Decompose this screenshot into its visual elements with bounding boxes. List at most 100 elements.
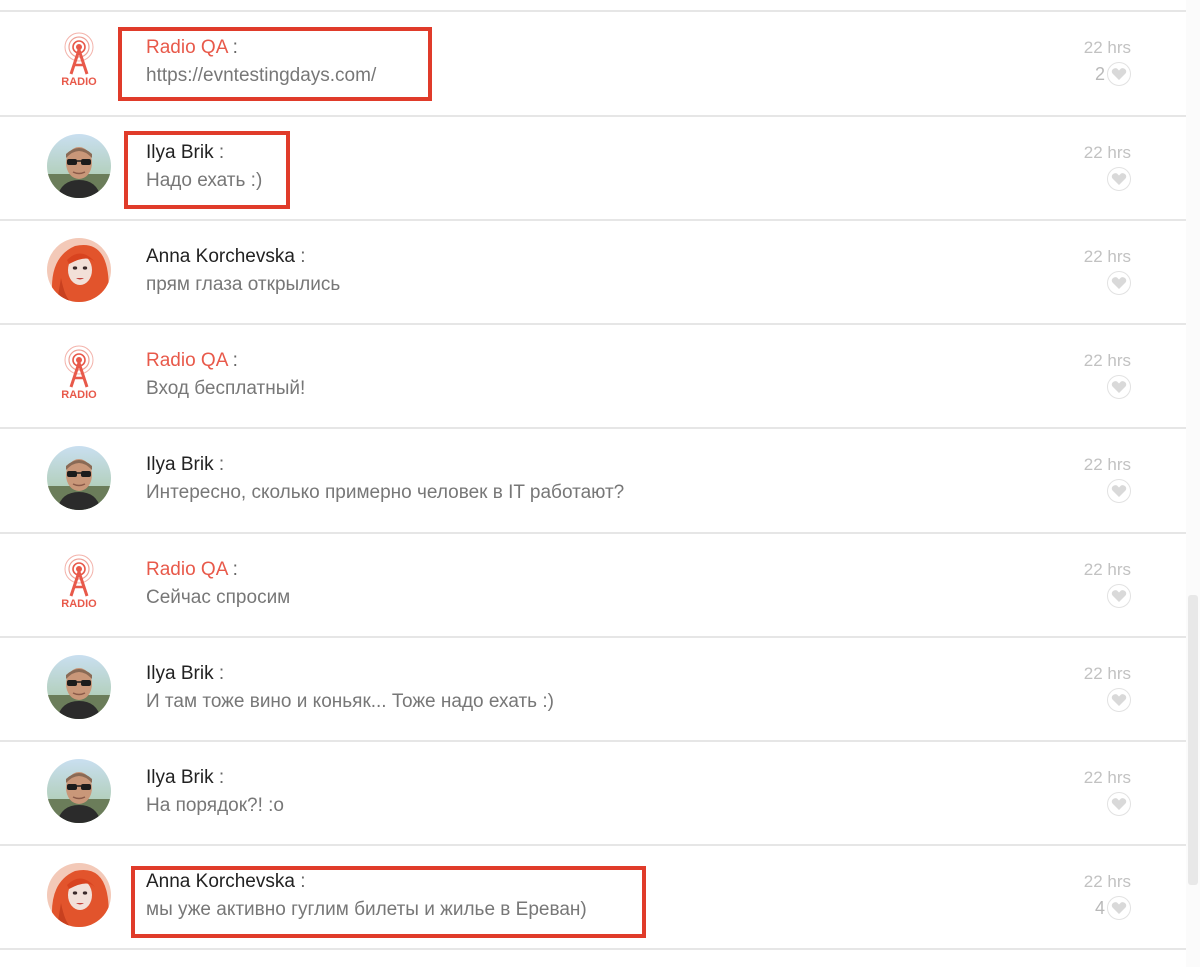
like-control <box>1107 791 1131 817</box>
author-name[interactable]: Radio QA <box>146 350 227 371</box>
like-control <box>1107 687 1131 713</box>
like-button[interactable] <box>1107 688 1131 712</box>
message-row: Ilya Brik : На порядок?! :о 22 hrs <box>0 742 1186 846</box>
radio-tower-icon: RADIO <box>47 29 111 93</box>
message-text: https://evntestingdays.com/ <box>146 65 377 86</box>
author-name[interactable]: Anna Korchevska <box>146 871 295 892</box>
message-author: Ilya Brik : <box>146 662 224 686</box>
message-author: Ilya Brik : <box>146 141 224 165</box>
like-button[interactable] <box>1107 896 1131 920</box>
like-button[interactable] <box>1107 271 1131 295</box>
like-control: 2 <box>1095 61 1131 87</box>
message-text: И там тоже вино и коньяк... Тоже надо ех… <box>146 691 554 712</box>
heart-icon <box>1111 68 1127 80</box>
heart-icon <box>1111 381 1127 393</box>
author-name[interactable]: Radio QA <box>146 559 227 580</box>
timestamp: 22 hrs <box>1083 143 1131 162</box>
avatar[interactable]: RADIO <box>47 342 111 406</box>
avatar[interactable] <box>47 863 111 927</box>
avatar[interactable] <box>47 134 111 198</box>
author-name[interactable]: Ilya Brik <box>146 663 214 684</box>
message-author: Ilya Brik : <box>146 453 224 477</box>
author-name[interactable]: Ilya Brik <box>146 767 214 788</box>
timestamp: 22 hrs <box>1083 768 1131 787</box>
like-control <box>1107 583 1131 609</box>
like-button[interactable] <box>1107 62 1131 86</box>
scrollbar-thumb[interactable] <box>1188 595 1198 885</box>
message-row: RADIO Radio QA : Вход бесплатный! 22 hrs <box>0 325 1186 429</box>
scrollbar[interactable] <box>1186 0 1200 967</box>
like-control <box>1107 374 1131 400</box>
message-author: Anna Korchevska : <box>146 870 305 894</box>
heart-icon <box>1111 902 1127 914</box>
author-name[interactable]: Radio QA <box>146 37 227 58</box>
avatar[interactable] <box>47 446 111 510</box>
like-button[interactable] <box>1107 479 1131 503</box>
avatar[interactable] <box>47 759 111 823</box>
message-row: Ilya Brik : Надо ехать :) 22 hrs <box>0 117 1186 221</box>
message-row: Ilya Brik : И там тоже вино и коньяк... Т… <box>0 638 1186 742</box>
like-control <box>1107 270 1131 296</box>
like-button[interactable] <box>1107 584 1131 608</box>
message-row: RADIO Radio QA : https://evntestingdays.co… <box>0 12 1186 116</box>
like-control <box>1107 166 1131 192</box>
heart-icon <box>1111 798 1127 810</box>
message-text: Сейчас спросим <box>146 587 291 608</box>
user-photo <box>47 446 111 510</box>
avatar[interactable]: RADIO <box>47 29 111 93</box>
message-text: мы уже активно гуглим билеты и жилье в Е… <box>146 899 587 920</box>
svg-text:RADIO: RADIO <box>61 389 97 401</box>
user-photo <box>47 759 111 823</box>
user-photo <box>47 863 111 927</box>
message-text: прям глаза открылись <box>146 274 341 295</box>
author-separator: : <box>218 767 225 788</box>
message-row: Ilya Brik : Интересно, сколько примерно ч… <box>0 429 1186 533</box>
message-row: Anna Korchevska : мы уже активно гуглим б… <box>0 846 1186 950</box>
heart-icon <box>1111 277 1127 289</box>
author-separator: : <box>218 454 225 475</box>
like-control <box>1107 478 1131 504</box>
message-author: Ilya Brik : <box>146 766 224 790</box>
timestamp: 22 hrs <box>1083 351 1131 370</box>
message-author: Radio QA : <box>146 36 238 60</box>
author-name[interactable]: Anna Korchevska <box>146 246 295 267</box>
user-photo <box>47 238 111 302</box>
svg-text:RADIO: RADIO <box>61 76 97 88</box>
timestamp: 22 hrs <box>1083 455 1131 474</box>
heart-icon <box>1111 173 1127 185</box>
avatar[interactable]: RADIO <box>47 551 111 615</box>
message-text: На порядок?! :о <box>146 795 285 816</box>
timestamp: 22 hrs <box>1083 872 1131 891</box>
author-name[interactable]: Ilya Brik <box>146 454 214 475</box>
message-row: Anna Korchevska : прям глаза открылись 22 … <box>0 221 1186 325</box>
author-separator: : <box>232 37 238 58</box>
message-text: Надо ехать :) <box>146 170 263 191</box>
author-separator: : <box>232 559 238 580</box>
avatar[interactable] <box>47 655 111 719</box>
like-button[interactable] <box>1107 167 1131 191</box>
radio-tower-icon: RADIO <box>47 342 111 406</box>
like-button[interactable] <box>1107 792 1131 816</box>
timestamp: 22 hrs <box>1083 247 1131 266</box>
author-name[interactable]: Ilya Brik <box>146 142 214 163</box>
author-separator: : <box>218 663 225 684</box>
like-button[interactable] <box>1107 375 1131 399</box>
author-separator: : <box>218 142 225 163</box>
author-separator: : <box>300 246 306 267</box>
timestamp: 22 hrs <box>1083 38 1131 57</box>
like-control: 4 <box>1095 895 1131 921</box>
message-text: Интересно, сколько примерно человек в IT… <box>146 482 625 503</box>
radio-tower-icon: RADIO <box>47 551 111 615</box>
avatar[interactable] <box>47 238 111 302</box>
svg-text:RADIO: RADIO <box>61 598 97 610</box>
message-feed: RADIO Radio QA : https://evntestingdays.co… <box>0 0 1186 967</box>
message-author: Radio QA : <box>146 349 238 373</box>
message-author: Anna Korchevska : <box>146 245 305 269</box>
heart-icon <box>1111 590 1127 602</box>
user-photo <box>47 134 111 198</box>
timestamp: 22 hrs <box>1083 560 1131 579</box>
author-separator: : <box>300 871 306 892</box>
message-author: Radio QA : <box>146 558 238 582</box>
heart-icon <box>1111 694 1127 706</box>
like-count: 4 <box>1094 897 1105 918</box>
